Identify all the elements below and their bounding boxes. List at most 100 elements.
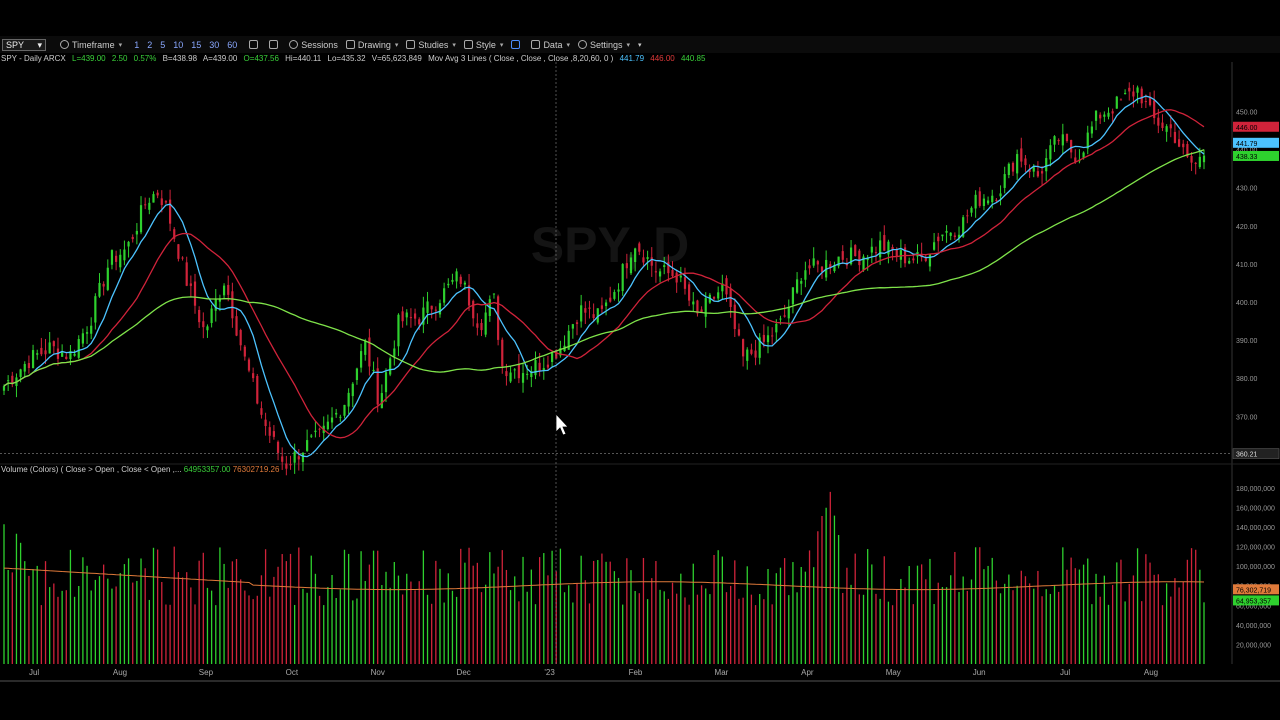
candle-body: [85, 332, 89, 334]
interval-2-button[interactable]: 2: [143, 40, 156, 50]
candle-body: [1007, 163, 1010, 176]
interval-5-button[interactable]: 5: [156, 40, 169, 50]
candle-body: [397, 314, 400, 347]
candle-body: [235, 316, 238, 336]
candle-body: [837, 256, 840, 267]
volume-marker-label: 64,953,357: [1236, 598, 1271, 605]
candle-body: [845, 262, 849, 266]
candle-body: [330, 417, 334, 423]
candle-body: [434, 309, 437, 311]
candle-body: [887, 241, 890, 255]
candle-body: [1140, 88, 1143, 104]
candle-body: [671, 270, 674, 276]
interval-60-button[interactable]: 60: [223, 40, 241, 50]
interval-1-button[interactable]: 1: [130, 40, 143, 50]
candle-body: [247, 359, 251, 371]
candle-body: [986, 200, 990, 204]
candle-body: [1198, 156, 1201, 168]
candle-body: [580, 305, 583, 322]
candle-body: [787, 306, 790, 319]
candle-body: [1161, 122, 1164, 128]
candle-body: [903, 247, 907, 264]
candle-body: [306, 440, 309, 451]
candle-body: [322, 425, 325, 433]
volume-value: V=65,623,849: [371, 54, 422, 63]
data-button[interactable]: Data ▾: [527, 36, 574, 53]
candle-body: [916, 252, 919, 257]
sessions-button[interactable]: Sessions: [285, 36, 342, 53]
candle-body: [164, 201, 168, 203]
candle-body: [185, 262, 188, 286]
candle-body: [1202, 155, 1206, 163]
x-tick-label: Apr: [801, 668, 814, 677]
candle-body: [646, 257, 649, 259]
candle-body: [501, 339, 504, 367]
candle-body: [783, 315, 786, 317]
candle-body: [638, 243, 641, 252]
candle-body: [193, 281, 197, 306]
quick-intervals: 1 2 5 10 15 30 60: [126, 36, 245, 53]
candle-body: [181, 257, 184, 259]
candle-body: [920, 253, 923, 258]
chevron-down-icon[interactable]: ▾: [37, 40, 42, 50]
calendar-range-button[interactable]: [265, 36, 285, 53]
settings-button[interactable]: Settings ▾: [574, 36, 634, 53]
timeframe-button[interactable]: Timeframe ▾: [56, 36, 126, 53]
candle-body: [804, 270, 807, 280]
candle-body: [476, 323, 479, 328]
studies-button[interactable]: Studies ▾: [402, 36, 460, 53]
volume-tick-label: 160,000,000: [1236, 505, 1275, 512]
drawing-label: Drawing: [357, 39, 391, 50]
candle-body: [962, 217, 965, 237]
calendar-range-icon: [269, 40, 279, 49]
x-tick-label: Aug: [113, 668, 127, 677]
candle-body: [1040, 171, 1044, 174]
drawing-button[interactable]: Drawing ▾: [342, 36, 403, 53]
candle-body: [957, 234, 961, 238]
x-tick-label: Oct: [286, 668, 299, 677]
interval-30-button[interactable]: 30: [205, 40, 223, 50]
candle-body: [52, 341, 55, 347]
candle-body: [1144, 101, 1147, 103]
candle-body: [538, 362, 541, 371]
volume-tick-label: 100,000,000: [1236, 564, 1275, 571]
x-tick-label: Mar: [715, 668, 729, 677]
candle-body: [455, 271, 458, 282]
layout-button[interactable]: [507, 36, 527, 53]
style-button[interactable]: Style ▾: [460, 36, 508, 53]
candle-body: [227, 284, 230, 295]
price-volume-chart[interactable]: SPY, D 370.00 380.00 390.00 400.00 410.00 420.…: [0, 0, 1280, 720]
candle-body: [472, 300, 475, 319]
x-tick-label: Jul: [29, 668, 39, 677]
candle-body: [1157, 117, 1160, 126]
candle-body: [650, 257, 653, 266]
candle-body: [268, 427, 271, 436]
price-tick-label: 370.00: [1236, 414, 1258, 421]
chevron-down-icon: ▾: [452, 41, 456, 49]
candle-body: [928, 253, 932, 267]
candle-body: [484, 312, 487, 335]
calendar-button[interactable]: [245, 36, 265, 53]
candle-body: [1186, 143, 1189, 157]
symbol-input[interactable]: SPY ▾: [2, 38, 46, 51]
interval-15-button[interactable]: 15: [187, 40, 205, 50]
chevron-down-icon: ▾: [638, 41, 642, 49]
more-button[interactable]: ▾: [634, 36, 646, 53]
x-tick-label: Jul: [1060, 668, 1070, 677]
volume-tick-label: 120,000,000: [1236, 545, 1275, 552]
candle-body: [600, 305, 604, 309]
style-label: Style: [475, 39, 496, 50]
price-marker: [1233, 150, 1279, 161]
horizontal-scrollbar[interactable]: [0, 680, 1280, 682]
candle-body: [991, 195, 994, 203]
candle-body: [168, 199, 172, 224]
candle-body: [1053, 136, 1056, 145]
candle-body: [941, 234, 944, 237]
candle-body: [69, 351, 72, 360]
ma-fast-line: [3, 95, 1205, 458]
candle-body: [1094, 110, 1098, 121]
candle-body: [73, 353, 76, 356]
interval-10-button[interactable]: 10: [169, 40, 187, 50]
candle-body: [156, 192, 159, 196]
candle-body: [953, 235, 956, 237]
